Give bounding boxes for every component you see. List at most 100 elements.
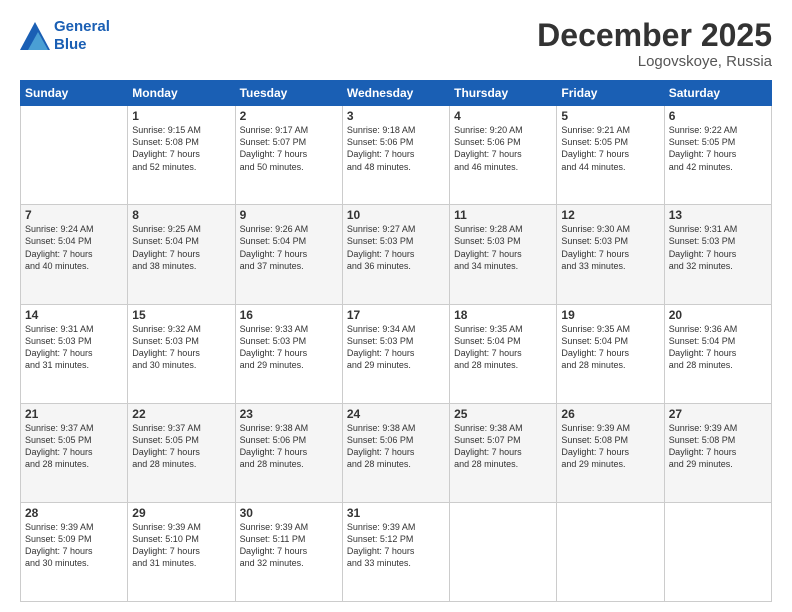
calendar-week-row: 1Sunrise: 9:15 AM Sunset: 5:08 PM Daylig… [21, 106, 772, 205]
day-info: Sunrise: 9:31 AM Sunset: 5:03 PM Dayligh… [25, 323, 123, 372]
day-info: Sunrise: 9:39 AM Sunset: 5:09 PM Dayligh… [25, 521, 123, 570]
day-number: 27 [669, 407, 767, 421]
calendar-cell: 12Sunrise: 9:30 AM Sunset: 5:03 PM Dayli… [557, 205, 664, 304]
day-info: Sunrise: 9:39 AM Sunset: 5:12 PM Dayligh… [347, 521, 445, 570]
month-title: December 2025 [537, 18, 772, 53]
calendar-cell [664, 502, 771, 601]
day-number: 7 [25, 208, 123, 222]
day-info: Sunrise: 9:38 AM Sunset: 5:06 PM Dayligh… [240, 422, 338, 471]
day-number: 11 [454, 208, 552, 222]
day-info: Sunrise: 9:37 AM Sunset: 5:05 PM Dayligh… [132, 422, 230, 471]
calendar-cell: 26Sunrise: 9:39 AM Sunset: 5:08 PM Dayli… [557, 403, 664, 502]
calendar-cell: 20Sunrise: 9:36 AM Sunset: 5:04 PM Dayli… [664, 304, 771, 403]
calendar-week-row: 7Sunrise: 9:24 AM Sunset: 5:04 PM Daylig… [21, 205, 772, 304]
page: General Blue December 2025 Logovskoye, R… [0, 0, 792, 612]
day-number: 10 [347, 208, 445, 222]
calendar-week-row: 21Sunrise: 9:37 AM Sunset: 5:05 PM Dayli… [21, 403, 772, 502]
day-info: Sunrise: 9:38 AM Sunset: 5:07 PM Dayligh… [454, 422, 552, 471]
day-info: Sunrise: 9:32 AM Sunset: 5:03 PM Dayligh… [132, 323, 230, 372]
day-number: 19 [561, 308, 659, 322]
weekday-cell: Wednesday [342, 81, 449, 106]
calendar-cell: 16Sunrise: 9:33 AM Sunset: 5:03 PM Dayli… [235, 304, 342, 403]
day-number: 21 [25, 407, 123, 421]
day-number: 17 [347, 308, 445, 322]
calendar-cell: 13Sunrise: 9:31 AM Sunset: 5:03 PM Dayli… [664, 205, 771, 304]
weekday-cell: Sunday [21, 81, 128, 106]
day-info: Sunrise: 9:31 AM Sunset: 5:03 PM Dayligh… [669, 223, 767, 272]
calendar-cell: 1Sunrise: 9:15 AM Sunset: 5:08 PM Daylig… [128, 106, 235, 205]
day-info: Sunrise: 9:39 AM Sunset: 5:08 PM Dayligh… [669, 422, 767, 471]
day-number: 22 [132, 407, 230, 421]
day-info: Sunrise: 9:39 AM Sunset: 5:10 PM Dayligh… [132, 521, 230, 570]
day-number: 8 [132, 208, 230, 222]
day-info: Sunrise: 9:20 AM Sunset: 5:06 PM Dayligh… [454, 124, 552, 173]
day-number: 9 [240, 208, 338, 222]
calendar-cell [557, 502, 664, 601]
calendar-cell: 3Sunrise: 9:18 AM Sunset: 5:06 PM Daylig… [342, 106, 449, 205]
day-info: Sunrise: 9:36 AM Sunset: 5:04 PM Dayligh… [669, 323, 767, 372]
calendar-week-row: 14Sunrise: 9:31 AM Sunset: 5:03 PM Dayli… [21, 304, 772, 403]
day-info: Sunrise: 9:37 AM Sunset: 5:05 PM Dayligh… [25, 422, 123, 471]
calendar-cell: 18Sunrise: 9:35 AM Sunset: 5:04 PM Dayli… [450, 304, 557, 403]
title-block: December 2025 Logovskoye, Russia [537, 18, 772, 70]
calendar-cell: 17Sunrise: 9:34 AM Sunset: 5:03 PM Dayli… [342, 304, 449, 403]
day-number: 26 [561, 407, 659, 421]
calendar-cell: 5Sunrise: 9:21 AM Sunset: 5:05 PM Daylig… [557, 106, 664, 205]
day-number: 20 [669, 308, 767, 322]
day-info: Sunrise: 9:15 AM Sunset: 5:08 PM Dayligh… [132, 124, 230, 173]
calendar-cell [450, 502, 557, 601]
day-number: 14 [25, 308, 123, 322]
day-info: Sunrise: 9:28 AM Sunset: 5:03 PM Dayligh… [454, 223, 552, 272]
calendar-cell: 4Sunrise: 9:20 AM Sunset: 5:06 PM Daylig… [450, 106, 557, 205]
weekday-header-row: SundayMondayTuesdayWednesdayThursdayFrid… [21, 81, 772, 106]
day-number: 12 [561, 208, 659, 222]
day-info: Sunrise: 9:39 AM Sunset: 5:11 PM Dayligh… [240, 521, 338, 570]
day-info: Sunrise: 9:25 AM Sunset: 5:04 PM Dayligh… [132, 223, 230, 272]
day-info: Sunrise: 9:27 AM Sunset: 5:03 PM Dayligh… [347, 223, 445, 272]
calendar-cell: 15Sunrise: 9:32 AM Sunset: 5:03 PM Dayli… [128, 304, 235, 403]
day-info: Sunrise: 9:26 AM Sunset: 5:04 PM Dayligh… [240, 223, 338, 272]
calendar-cell: 7Sunrise: 9:24 AM Sunset: 5:04 PM Daylig… [21, 205, 128, 304]
location: Logovskoye, Russia [537, 53, 772, 70]
calendar-cell [21, 106, 128, 205]
day-info: Sunrise: 9:24 AM Sunset: 5:04 PM Dayligh… [25, 223, 123, 272]
day-number: 5 [561, 109, 659, 123]
day-info: Sunrise: 9:17 AM Sunset: 5:07 PM Dayligh… [240, 124, 338, 173]
day-info: Sunrise: 9:21 AM Sunset: 5:05 PM Dayligh… [561, 124, 659, 173]
day-number: 16 [240, 308, 338, 322]
logo-text: General Blue [54, 18, 110, 54]
day-number: 1 [132, 109, 230, 123]
calendar-cell: 24Sunrise: 9:38 AM Sunset: 5:06 PM Dayli… [342, 403, 449, 502]
calendar-week-row: 28Sunrise: 9:39 AM Sunset: 5:09 PM Dayli… [21, 502, 772, 601]
calendar-cell: 22Sunrise: 9:37 AM Sunset: 5:05 PM Dayli… [128, 403, 235, 502]
calendar-cell: 14Sunrise: 9:31 AM Sunset: 5:03 PM Dayli… [21, 304, 128, 403]
calendar-cell: 30Sunrise: 9:39 AM Sunset: 5:11 PM Dayli… [235, 502, 342, 601]
header: General Blue December 2025 Logovskoye, R… [20, 18, 772, 70]
day-number: 18 [454, 308, 552, 322]
day-info: Sunrise: 9:18 AM Sunset: 5:06 PM Dayligh… [347, 124, 445, 173]
calendar-cell: 21Sunrise: 9:37 AM Sunset: 5:05 PM Dayli… [21, 403, 128, 502]
day-number: 2 [240, 109, 338, 123]
calendar-cell: 8Sunrise: 9:25 AM Sunset: 5:04 PM Daylig… [128, 205, 235, 304]
weekday-cell: Friday [557, 81, 664, 106]
weekday-cell: Saturday [664, 81, 771, 106]
day-info: Sunrise: 9:22 AM Sunset: 5:05 PM Dayligh… [669, 124, 767, 173]
day-number: 13 [669, 208, 767, 222]
day-info: Sunrise: 9:34 AM Sunset: 5:03 PM Dayligh… [347, 323, 445, 372]
weekday-cell: Tuesday [235, 81, 342, 106]
day-info: Sunrise: 9:35 AM Sunset: 5:04 PM Dayligh… [454, 323, 552, 372]
day-number: 15 [132, 308, 230, 322]
calendar-cell: 25Sunrise: 9:38 AM Sunset: 5:07 PM Dayli… [450, 403, 557, 502]
day-number: 29 [132, 506, 230, 520]
day-number: 24 [347, 407, 445, 421]
day-info: Sunrise: 9:38 AM Sunset: 5:06 PM Dayligh… [347, 422, 445, 471]
day-number: 28 [25, 506, 123, 520]
weekday-cell: Monday [128, 81, 235, 106]
calendar-cell: 2Sunrise: 9:17 AM Sunset: 5:07 PM Daylig… [235, 106, 342, 205]
calendar-cell: 23Sunrise: 9:38 AM Sunset: 5:06 PM Dayli… [235, 403, 342, 502]
day-info: Sunrise: 9:39 AM Sunset: 5:08 PM Dayligh… [561, 422, 659, 471]
day-info: Sunrise: 9:33 AM Sunset: 5:03 PM Dayligh… [240, 323, 338, 372]
day-info: Sunrise: 9:35 AM Sunset: 5:04 PM Dayligh… [561, 323, 659, 372]
calendar-cell: 29Sunrise: 9:39 AM Sunset: 5:10 PM Dayli… [128, 502, 235, 601]
logo: General Blue [20, 18, 110, 54]
